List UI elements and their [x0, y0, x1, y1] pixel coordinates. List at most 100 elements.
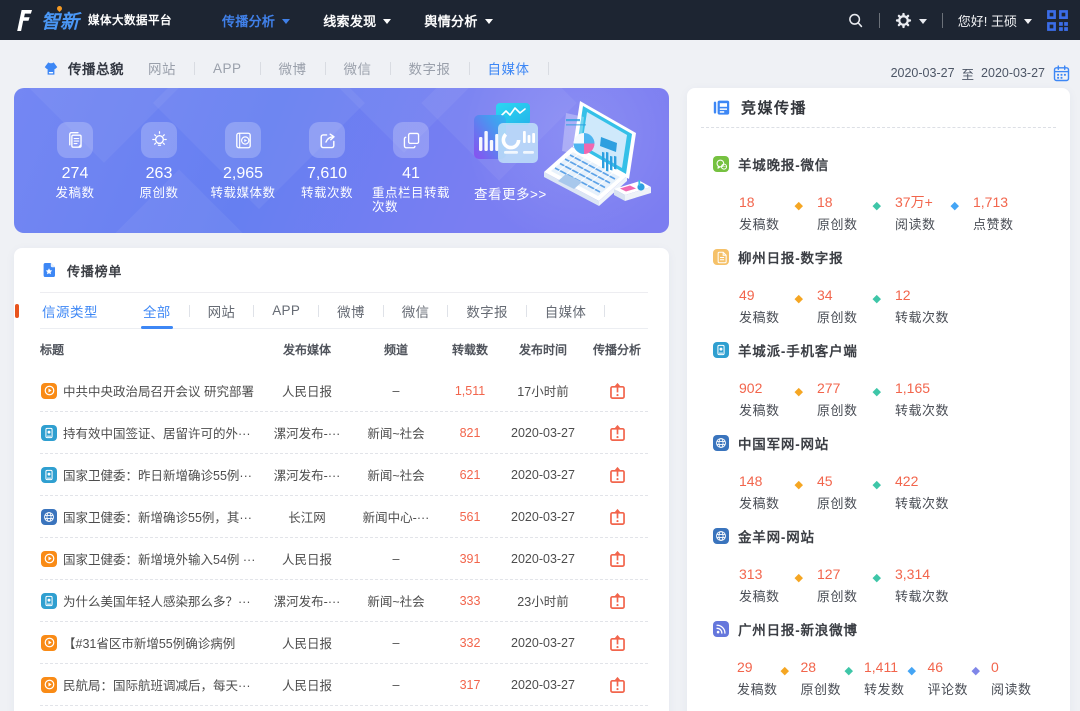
table-row[interactable]: 国家卫健委：新增确诊55例，其··· 长江网 新闻中心-··· 561 2020…	[40, 496, 648, 538]
publish-time: 2020-03-27	[500, 468, 586, 482]
stat-repost-media-count: 2,965 转载媒体数	[201, 122, 285, 214]
tab-self-media[interactable]: 自媒体	[488, 58, 530, 78]
media-name[interactable]: 柳州日报-数字报	[738, 247, 843, 267]
stat-value: 0	[991, 659, 1055, 675]
media-name[interactable]: 羊城晚报-微信	[738, 154, 829, 174]
stat-value: 277	[817, 380, 895, 396]
filter-all[interactable]: 全部	[143, 293, 171, 328]
divider	[526, 305, 527, 317]
chevron-down-icon	[485, 19, 493, 24]
publish-time: 2020-03-27	[500, 552, 586, 566]
date-range-picker[interactable]: 2020-03-27 至 2020-03-27	[891, 64, 1070, 83]
media-stats: 29发稿数 28原创数 1,411转发数 46评论数 0阅读数	[737, 659, 1056, 698]
filter-weibo[interactable]: 微博	[337, 293, 365, 328]
article-title[interactable]: 民航局：国际航班调减后，每天···	[63, 675, 251, 694]
media-name[interactable]: 中国军网-网站	[738, 433, 829, 453]
spread-analysis-icon[interactable]	[609, 465, 626, 484]
nav-item-sentiment-analysis[interactable]: 舆情分析	[424, 11, 492, 30]
table-row[interactable]: 民航局：国际航班调减后，每天··· 人民日报 – 317 2020-03-27	[40, 664, 648, 706]
documents-icon	[57, 122, 93, 158]
article-title[interactable]: 中共中央政治局召开会议 研究部署	[63, 381, 254, 400]
repost-count: 333	[440, 594, 500, 608]
tab-wechat[interactable]: 微信	[344, 58, 372, 78]
stat-value: 1,165	[895, 380, 973, 396]
divider	[253, 305, 254, 317]
article-title[interactable]: 【#31省区市新增55例确诊病例	[63, 633, 235, 652]
stat-value: 28	[801, 659, 865, 675]
spread-analysis-icon[interactable]	[609, 507, 626, 526]
spread-analysis-icon[interactable]	[609, 423, 626, 442]
media-item: 中国军网-网站 148发稿数 45原创数 422转载次数	[701, 433, 1056, 500]
tab-app[interactable]: APP	[213, 61, 242, 76]
media-name[interactable]: 广州日报-新浪微博	[738, 619, 858, 639]
stat: 1,713点赞数	[973, 194, 1051, 233]
tab-spread-overview[interactable]: 传播总貌	[42, 58, 124, 78]
dashboard-illustration	[454, 93, 669, 233]
table-row[interactable]: 【#31省区市新增55例确诊病例 人民日报 – 332 2020-03-27	[40, 622, 648, 664]
stat-label: 重点栏目转载次数	[369, 186, 453, 214]
tab-weibo[interactable]: 微博	[279, 58, 307, 78]
nav-item-label: 舆情分析	[424, 11, 477, 30]
see-more-link[interactable]: 查看更多>>	[474, 183, 547, 203]
filter-self-media[interactable]: 自媒体	[545, 293, 586, 328]
logo[interactable]: 智新 媒体大数据平台	[14, 7, 172, 34]
stat-label: 发稿数	[739, 400, 817, 419]
user-menu[interactable]: 您好! 王硕	[958, 11, 1032, 30]
divider	[325, 62, 326, 75]
media-item: 柳州日报-数字报 49发稿数 34原创数 12转载次数	[701, 247, 1056, 314]
filter-label: 信源类型	[42, 301, 98, 321]
weibo-rss-icon	[713, 621, 729, 637]
play-media-icon	[41, 551, 57, 567]
stat: 18原创数	[817, 194, 895, 233]
media-name[interactable]: 金羊网-网站	[738, 526, 815, 546]
qr-code-icon[interactable]	[1045, 8, 1070, 33]
stat-value: 274	[62, 165, 89, 183]
nav-item-clue-discovery[interactable]: 线索发现	[323, 11, 391, 30]
settings-menu[interactable]	[895, 12, 927, 29]
spread-analysis-icon[interactable]	[609, 633, 626, 652]
stat-value: 34	[817, 287, 895, 303]
article-title[interactable]: 国家卫健委：新增确诊55例，其···	[63, 507, 252, 526]
filter-app[interactable]: APP	[272, 293, 300, 328]
calendar-icon[interactable]	[1053, 65, 1070, 82]
media-name[interactable]: 羊城派-手机客户端	[738, 340, 858, 360]
stat-label: 原创数	[817, 493, 895, 512]
article-title[interactable]: 国家卫健委：新增境外输入54例 ···	[63, 549, 255, 568]
divider	[383, 305, 384, 317]
tab-digital-paper[interactable]: 数字报	[409, 58, 451, 78]
stat-value: 12	[895, 287, 973, 303]
stat-label: 发稿数	[739, 493, 817, 512]
stat-value: 18	[817, 194, 895, 210]
spread-analysis-icon[interactable]	[609, 549, 626, 568]
filter-website[interactable]: 网站	[208, 293, 236, 328]
stat-label: 转发数	[864, 679, 928, 698]
divider	[390, 62, 391, 75]
chevron-down-icon	[282, 19, 290, 24]
table-row[interactable]: 国家卫健委：昨日新增确诊55例··· 漯河发布-··· 新闻~社会 621 20…	[40, 454, 648, 496]
divider	[194, 62, 195, 75]
search-icon[interactable]	[847, 12, 864, 29]
article-title[interactable]: 为什么美国年轻人感染那么多？···	[63, 591, 251, 610]
stat-value: 313	[739, 566, 817, 582]
spread-analysis-icon[interactable]	[609, 675, 626, 694]
table-row[interactable]: 中共中央政治局召开会议 研究部署 人民日报 – 1,511 17小时前	[40, 370, 648, 412]
nav-item-spread-analysis[interactable]: 传播分析	[222, 11, 290, 30]
publish-time: 2020-03-27	[500, 426, 586, 440]
spread-analysis-icon[interactable]	[609, 591, 626, 610]
stat-value: 49	[739, 287, 817, 303]
tab-website[interactable]: 网站	[148, 58, 176, 78]
table-row[interactable]: 持有效中国签证、居留许可的外··· 漯河发布-··· 新闻~社会 821 202…	[40, 412, 648, 454]
table-row[interactable]: 国家卫健委：新增境外输入54例 ··· 人民日报 – 391 2020-03-2…	[40, 538, 648, 580]
filter-wechat[interactable]: 微信	[402, 293, 430, 328]
competitor-media-card: 竞媒传播 羊城晚报-微信 18发稿数 18原创数 37万+阅读数 1,713点赞…	[687, 88, 1070, 711]
channel: –	[352, 552, 440, 566]
stat-original-count: 263 原创数	[117, 122, 201, 214]
filter-digital-paper[interactable]: 数字报	[466, 293, 507, 328]
media-stats: 902发稿数 277原创数 1,165转载次数	[739, 380, 1056, 419]
stat-label: 发稿数	[737, 679, 801, 698]
article-title[interactable]: 持有效中国签证、居留许可的外···	[63, 423, 251, 442]
publish-media: 漯河发布-···	[262, 465, 352, 484]
table-row[interactable]: 为什么美国年轻人感染那么多？··· 漯河发布-··· 新闻~社会 333 23小…	[40, 580, 648, 622]
spread-analysis-icon[interactable]	[609, 381, 626, 400]
article-title[interactable]: 国家卫健委：昨日新增确诊55例···	[63, 465, 252, 484]
